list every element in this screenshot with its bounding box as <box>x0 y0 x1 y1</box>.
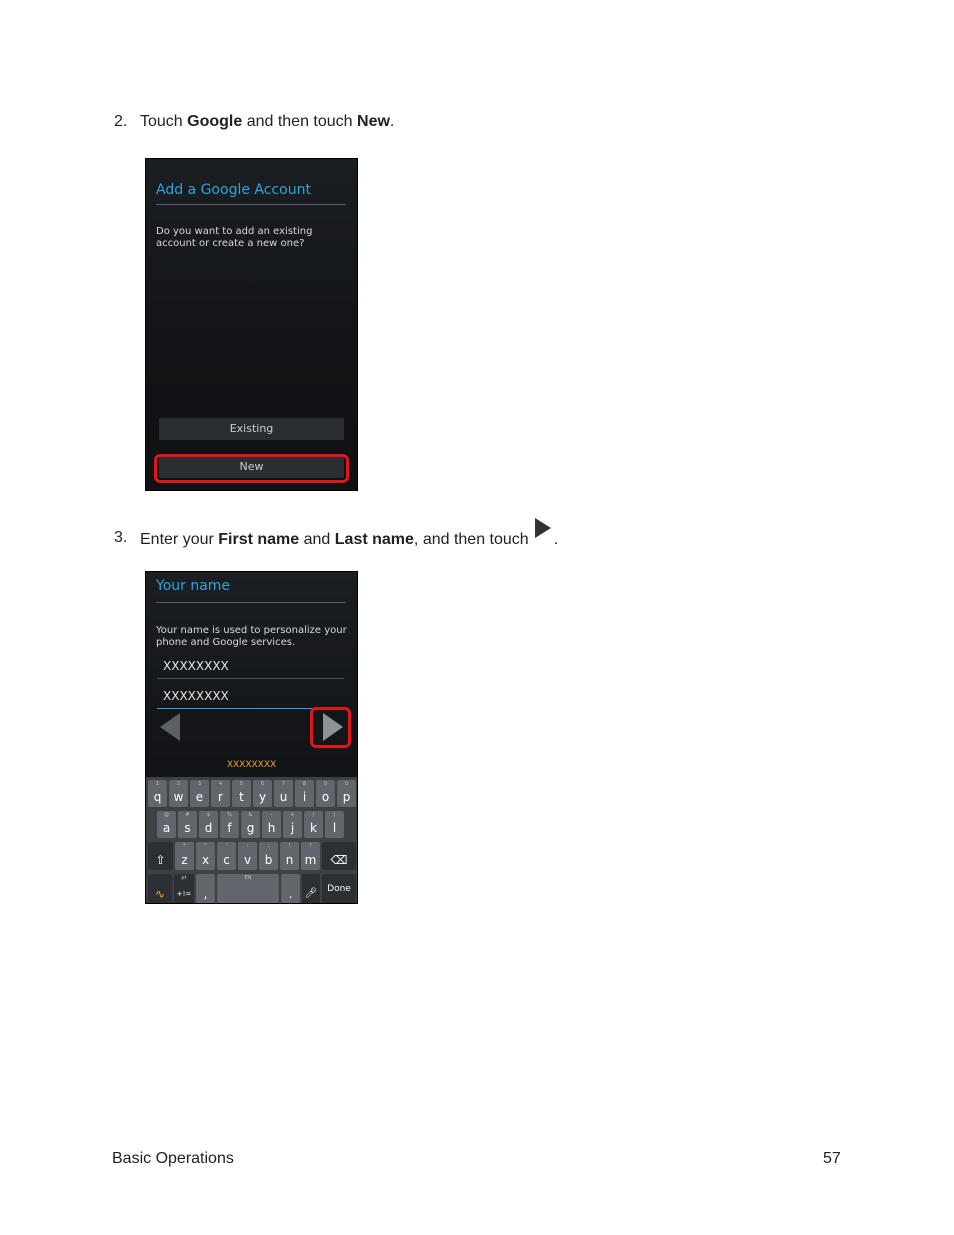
mic-key[interactable]: 🎤︎ <box>302 874 320 903</box>
key-y[interactable]: 6y <box>253 780 272 807</box>
last-name-field[interactable]: XXXXXXXX <box>157 686 344 709</box>
existing-button[interactable]: Existing <box>159 418 344 440</box>
key-j[interactable]: + j <box>283 811 302 838</box>
screenshot-add-google-account: Add a Google Account Do you want to add … <box>145 158 358 491</box>
bold-term-new: New <box>357 113 390 130</box>
bold-term-first-name: First name <box>218 531 300 548</box>
key-h[interactable]: -h <box>262 811 281 838</box>
key-i[interactable]: 8i <box>295 780 314 807</box>
swype-key[interactable]: ∿ <box>148 874 172 903</box>
instruction-text: , and then touch <box>413 531 529 548</box>
page-number: 57 <box>823 1150 841 1167</box>
suggestion-word[interactable]: XXXXXXXX <box>146 760 357 770</box>
bold-term-google: Google <box>187 113 243 130</box>
step-number: 3. <box>114 529 128 546</box>
step-2-instruction: 2. Touch Google and then touch New. <box>114 112 394 132</box>
shift-key[interactable]: ⇧ <box>148 842 173 870</box>
instruction-text: Enter your <box>140 531 219 548</box>
key-v[interactable]: :v <box>238 842 257 870</box>
symbols-key[interactable]: pt +!= <box>174 874 194 903</box>
new-button-highlight <box>154 454 349 483</box>
key-w[interactable]: 2w <box>169 780 188 807</box>
key-r[interactable]: 4r <box>211 780 230 807</box>
key-d[interactable]: $ d <box>199 811 218 838</box>
backspace-key[interactable]: ⌫ <box>322 842 356 870</box>
step-number: 2. <box>114 113 128 130</box>
key-e[interactable]: 3e <box>190 780 209 807</box>
bold-term-last-name: Last name <box>334 531 414 548</box>
name-description: Your name is used to personalize your ph… <box>156 625 347 648</box>
instruction-text: . <box>389 113 395 130</box>
account-question: Do you want to add an existing account o… <box>156 226 313 249</box>
next-button-highlight <box>310 707 351 748</box>
key-k[interactable]: (k <box>304 811 323 838</box>
period-key[interactable]: . <box>281 874 300 903</box>
key-t[interactable]: 5t <box>232 780 251 807</box>
title-divider <box>156 204 346 205</box>
next-arrow-icon <box>534 518 551 538</box>
swype-icon: ∿ <box>154 887 166 901</box>
step-3-instruction: 3. Enter your First name and Last name, a… <box>114 518 559 550</box>
key-c[interactable]: ' c <box>217 842 236 870</box>
key-z[interactable]: * z <box>175 842 194 870</box>
done-key[interactable]: Done <box>322 874 356 903</box>
key-u[interactable]: 7u <box>274 780 293 807</box>
screen-title: Your name <box>156 578 231 594</box>
key-m[interactable]: ? m <box>301 842 320 870</box>
key-o[interactable]: 9o <box>316 780 335 807</box>
key-n[interactable]: ! n <box>280 842 299 870</box>
key-x[interactable]: " x <box>196 842 215 870</box>
screen-title: Add a Google Account <box>156 182 311 198</box>
key-l[interactable]: ) l <box>325 811 344 838</box>
screenshot-your-name: Your name Your name is used to personali… <box>145 571 358 904</box>
shift-arrow-icon: ⇧ <box>155 853 166 867</box>
key-s[interactable]: # s <box>178 811 197 838</box>
key-g[interactable]: & g <box>241 811 260 838</box>
instruction-text: and <box>299 531 335 548</box>
microphone-icon: 🎤︎ <box>304 888 318 899</box>
keyboard: 1q 2w 3e 4r 5t 6y 7u 8i 9o 0p @ a # s $ d %… <box>146 777 357 903</box>
instruction-text: . <box>553 531 559 548</box>
footer-section-title: Basic Operations <box>112 1150 234 1167</box>
backspace-icon: ⌫ <box>330 853 348 867</box>
title-divider <box>156 602 346 603</box>
key-a[interactable]: @ a <box>157 811 176 838</box>
comma-key[interactable]: , <box>196 874 215 903</box>
instruction-text: and then touch <box>242 113 358 130</box>
key-b[interactable]: ; b <box>259 842 278 870</box>
key-p[interactable]: 0p <box>337 780 356 807</box>
key-f[interactable]: % f <box>220 811 239 838</box>
key-q[interactable]: 1q <box>148 780 167 807</box>
space-key[interactable]: EN <box>217 874 279 903</box>
first-name-field[interactable]: XXXXXXXX <box>157 656 344 679</box>
back-arrow-icon[interactable] <box>160 713 180 741</box>
instruction-text: Touch <box>140 113 188 130</box>
